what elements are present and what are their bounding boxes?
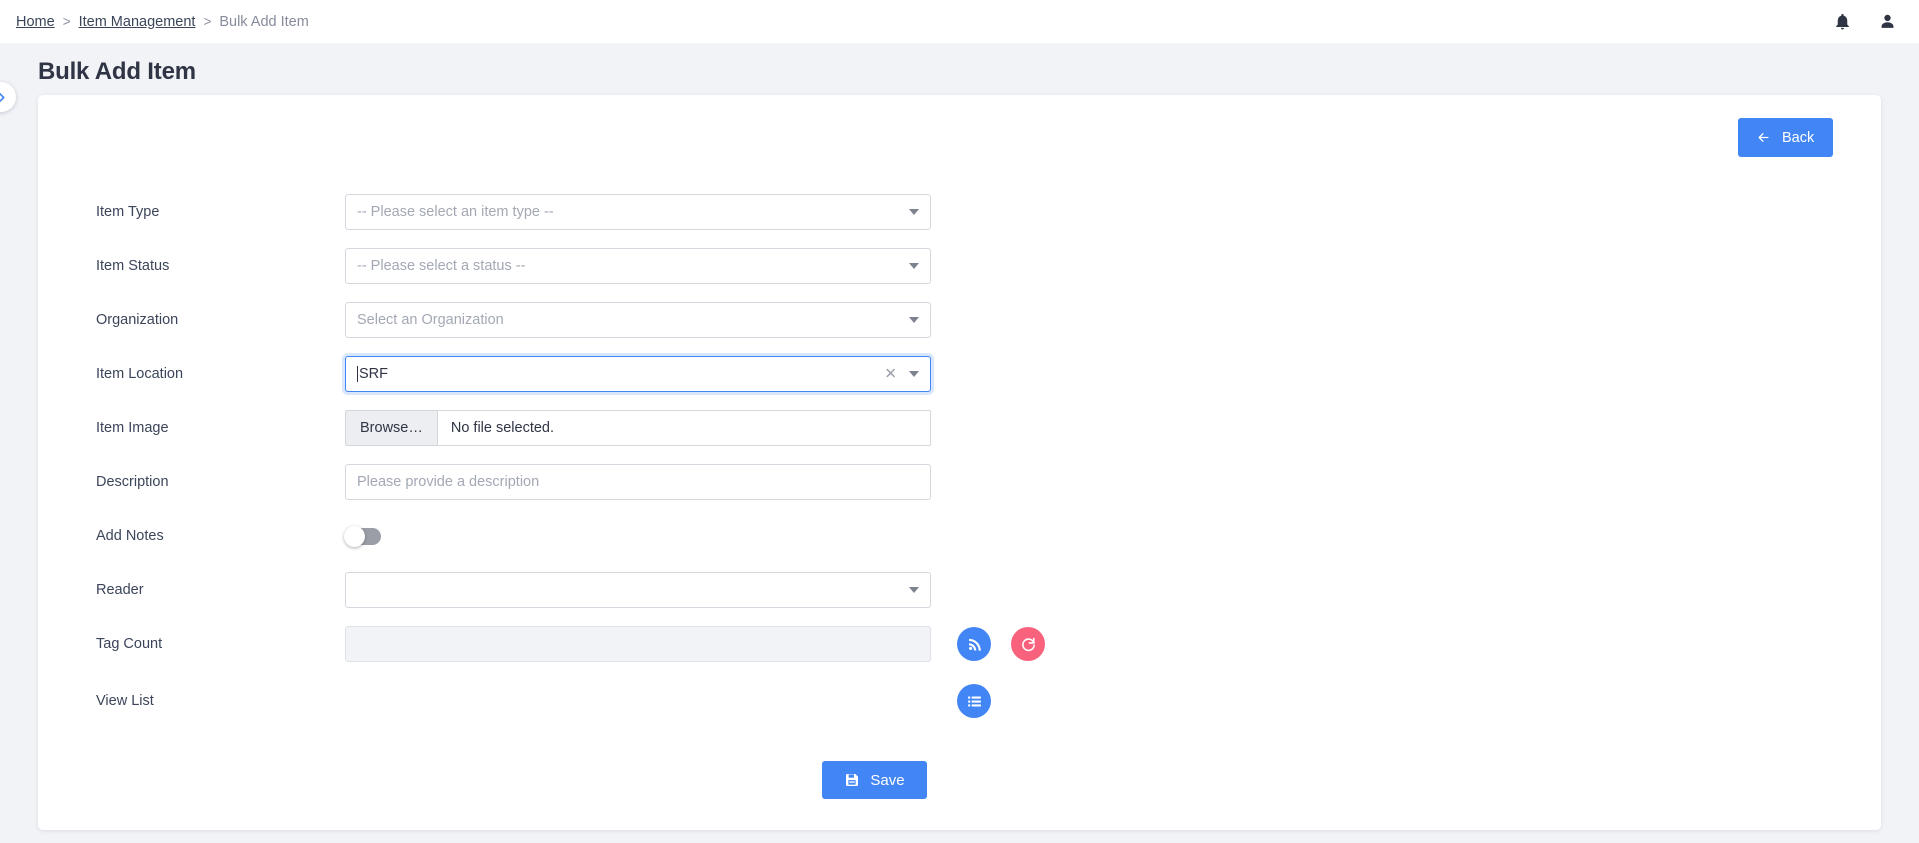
- organization-select-wrap: Select an Organization: [345, 302, 931, 338]
- view-list-label: View List: [96, 693, 154, 709]
- breadcrumb: Home > Item Management > Bulk Add Item: [16, 14, 309, 30]
- item-status-select[interactable]: -- Please select a status --: [345, 248, 931, 284]
- item-image-file-wrap: Browse… No file selected.: [345, 410, 931, 446]
- user-icon[interactable]: [1878, 12, 1897, 31]
- tag-count-actions: [957, 627, 1045, 661]
- item-location-input[interactable]: SRF: [345, 356, 931, 392]
- browse-button[interactable]: Browse…: [346, 411, 438, 445]
- reader-select-wrap: [345, 572, 931, 608]
- description-label: Description: [96, 474, 169, 490]
- item-image-file-input[interactable]: Browse… No file selected.: [345, 410, 931, 446]
- item-type-label: Item Type: [96, 204, 160, 220]
- bulk-add-item-form: Item Type -- Please select an item type …: [38, 157, 1881, 799]
- save-button[interactable]: Save: [822, 761, 927, 799]
- bulk-add-item-card: Back Item Type -- Please select an item …: [38, 95, 1881, 830]
- add-notes-label: Add Notes: [96, 528, 164, 544]
- description-input[interactable]: Please provide a description: [345, 464, 931, 500]
- back-button-row: Back: [38, 95, 1881, 157]
- item-type-select-wrap: -- Please select an item type --: [345, 194, 931, 230]
- item-location-label: Item Location: [96, 366, 184, 382]
- item-image-label: Item Image: [96, 420, 169, 436]
- form-row-item-status: Item Status -- Please select a status --: [38, 239, 1881, 293]
- description-input-wrap: Please provide a description: [345, 464, 931, 500]
- item-type-select[interactable]: -- Please select an item type --: [345, 194, 931, 230]
- list-icon: [966, 693, 983, 710]
- bell-icon[interactable]: [1833, 12, 1852, 31]
- rss-signal-icon: [966, 636, 983, 653]
- breadcrumb-home[interactable]: Home: [16, 14, 55, 30]
- breadcrumb-separator: >: [203, 14, 212, 29]
- top-header-bar: Home > Item Management > Bulk Add Item: [0, 0, 1919, 43]
- tag-count-input: [345, 626, 931, 662]
- file-status-text: No file selected.: [450, 420, 555, 436]
- page-title: Bulk Add Item: [38, 58, 196, 85]
- list-button[interactable]: [957, 684, 991, 718]
- organization-label: Organization: [96, 312, 179, 328]
- refresh-icon: [1020, 636, 1037, 653]
- floppy-disk-icon: [844, 772, 860, 788]
- form-row-reader: Reader: [38, 563, 1881, 617]
- reset-button[interactable]: [1011, 627, 1045, 661]
- add-notes-toggle-wrap: [344, 525, 931, 547]
- header-actions: [1833, 12, 1897, 31]
- save-button-row: Save: [38, 731, 1881, 799]
- item-location-value: SRF: [359, 366, 388, 382]
- form-row-organization: Organization Select an Organization: [38, 293, 1881, 347]
- toggle-knob: [344, 525, 365, 547]
- text-caret: [357, 366, 358, 382]
- form-row-view-list: View List: [38, 671, 1881, 731]
- breadcrumb-separator: >: [62, 14, 71, 29]
- chevron-right-icon: [0, 91, 8, 104]
- item-status-select-wrap: -- Please select a status --: [345, 248, 931, 284]
- save-button-label: Save: [870, 771, 905, 789]
- item-location-input-wrap: SRF ✕: [345, 356, 931, 392]
- back-button-label: Back: [1782, 129, 1815, 146]
- breadcrumb-current: Bulk Add Item: [219, 13, 309, 30]
- close-icon[interactable]: ✕: [884, 367, 897, 382]
- form-row-add-notes: Add Notes: [38, 509, 1881, 563]
- view-list-actions: [957, 684, 991, 718]
- arrow-left-icon: [1756, 131, 1771, 144]
- back-button[interactable]: Back: [1738, 118, 1833, 157]
- form-row-item-type: Item Type -- Please select an item type …: [38, 185, 1881, 239]
- form-row-item-location: Item Location SRF ✕: [38, 347, 1881, 401]
- form-row-description: Description Please provide a description: [38, 455, 1881, 509]
- scan-button[interactable]: [957, 627, 991, 661]
- form-row-tag-count: Tag Count: [38, 617, 1881, 671]
- page-title-container: Bulk Add Item: [0, 43, 1919, 98]
- add-notes-toggle[interactable]: [344, 525, 381, 547]
- organization-select[interactable]: Select an Organization: [345, 302, 931, 338]
- reader-select[interactable]: [345, 572, 931, 608]
- breadcrumb-item-management[interactable]: Item Management: [79, 14, 196, 30]
- tag-count-label: Tag Count: [96, 636, 163, 652]
- reader-label: Reader: [96, 582, 144, 598]
- form-row-item-image: Item Image Browse… No file selected.: [38, 401, 1881, 455]
- item-status-label: Item Status: [96, 258, 170, 274]
- tag-count-input-wrap: [345, 626, 931, 662]
